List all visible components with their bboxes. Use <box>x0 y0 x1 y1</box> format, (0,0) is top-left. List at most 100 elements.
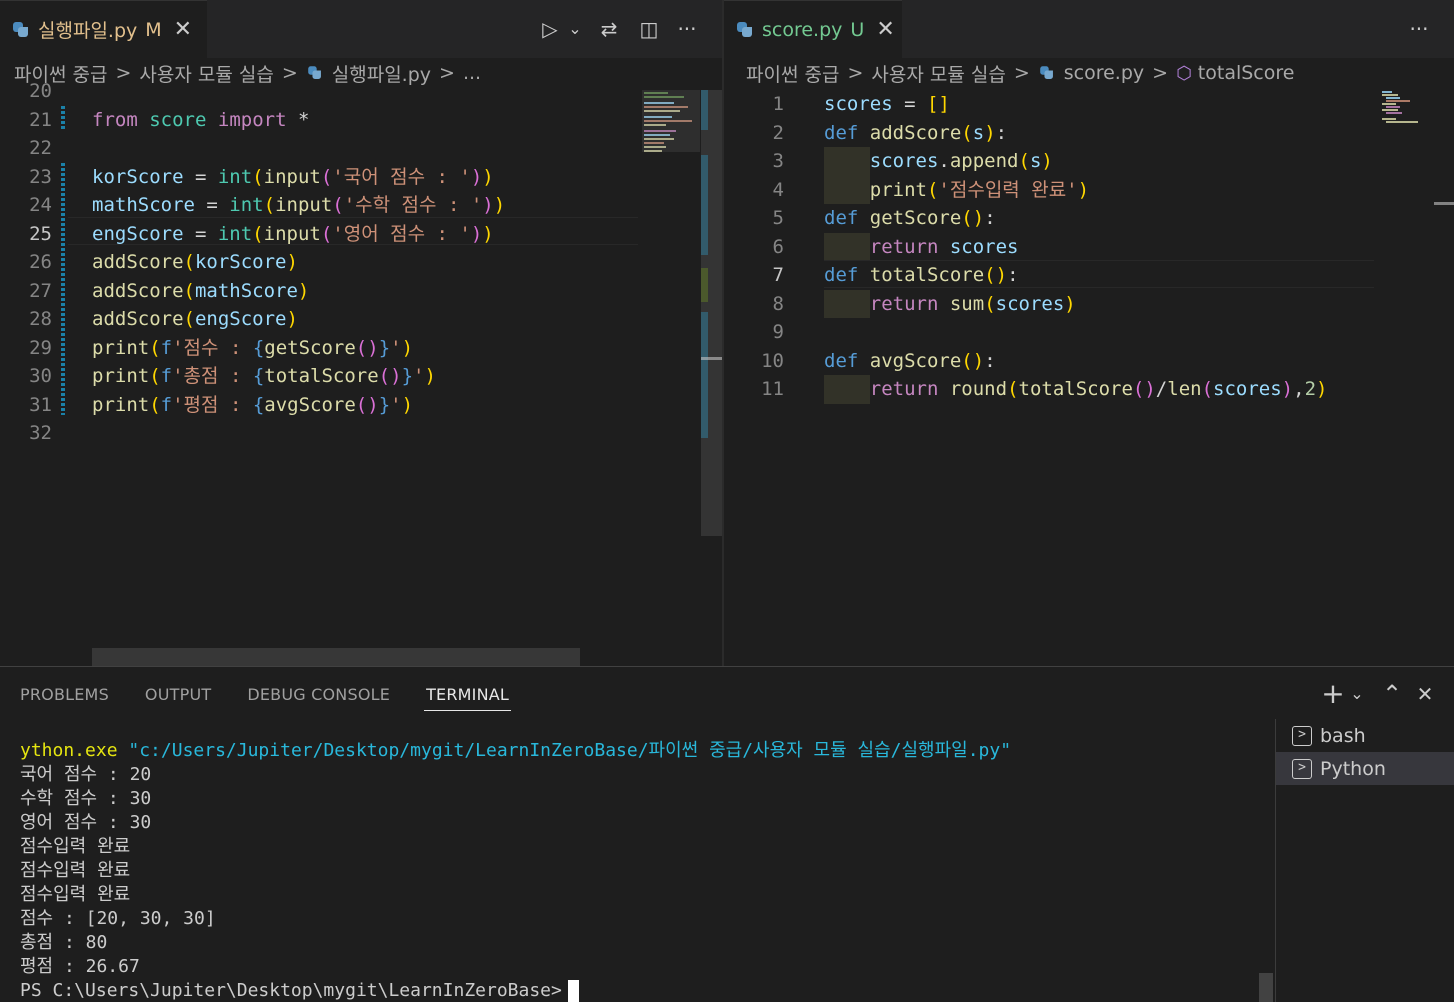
close-icon[interactable]: ✕ <box>174 17 192 42</box>
code-line[interactable]: 27 addScore(mathScore) <box>0 277 722 306</box>
code-line[interactable]: 24 mathScore = int(input('수학 점수 : ')) <box>0 191 722 220</box>
compare-changes-icon[interactable]: ⇄ <box>594 14 624 44</box>
code-text: return round(totalScore()/len(scores),2) <box>869 378 1328 400</box>
code-text: addScore(engScore) <box>92 308 298 330</box>
terminal-line: 평점 : 26.67 <box>20 956 140 977</box>
code-text: def totalScore(): <box>824 264 1019 286</box>
code-line[interactable]: 3 scores.append(s) <box>724 147 1454 176</box>
code-line[interactable]: 22 <box>0 134 722 163</box>
terminal-line: 점수입력 완료 <box>20 836 131 857</box>
code-line[interactable]: 26 addScore(korScore) <box>0 248 722 277</box>
tab-output[interactable]: OUTPUT <box>145 667 211 719</box>
code-line[interactable]: 23 korScore = int(input('국어 점수 : ')) <box>0 163 722 192</box>
new-terminal-icon[interactable]: + <box>1320 679 1346 709</box>
minimap[interactable] <box>1380 90 1432 130</box>
code-line[interactable]: 10 def avgScore(): <box>724 347 1454 376</box>
line-number: 28 <box>29 308 52 330</box>
terminal-name: bash <box>1320 724 1366 747</box>
code-text: print('점수입력 완료') <box>869 178 1090 201</box>
code-text: addScore(mathScore) <box>92 279 310 302</box>
minimap-slider[interactable] <box>642 90 700 152</box>
terminal-line: 총점 : 80 <box>20 932 108 953</box>
code-line[interactable]: 7 def totalScore(): <box>724 261 1454 290</box>
tab-title: score.py <box>762 18 843 41</box>
code-text: print(f'점수 : {getScore()}') <box>92 336 414 359</box>
terminal-scrollbar[interactable] <box>1259 973 1273 1002</box>
run-menu-chevron-icon[interactable]: ⌄ <box>560 14 590 44</box>
code-line[interactable]: 11 return round(totalScore()/len(scores)… <box>724 375 1454 404</box>
breadcrumb-symbol[interactable]: totalScore <box>1198 62 1295 84</box>
code-editor[interactable]: 1 scores = [] 2 def addScore(s): 3 scores.ap… <box>724 88 1454 666</box>
line-number: 30 <box>29 365 52 387</box>
code-line[interactable]: 1 scores = [] <box>724 90 1454 119</box>
code-line[interactable]: 21 from score import * <box>0 106 722 135</box>
code-line[interactable]: 20 <box>0 77 722 106</box>
code-line[interactable]: 25 engScore = int(input('영어 점수 : ')) <box>0 220 722 249</box>
split-editor-icon[interactable]: ◫ <box>634 14 664 44</box>
scroll-cursor-marker <box>701 357 722 360</box>
line-number: 6 <box>772 235 784 258</box>
code-text: return sum(scores) <box>869 292 1076 315</box>
close-panel-icon[interactable]: ✕ <box>1412 679 1438 709</box>
code-line[interactable]: 31 print(f'평점 : {avgScore()}') <box>0 391 722 420</box>
code-line[interactable]: 5 def getScore(): <box>724 204 1454 233</box>
breadcrumb-folder[interactable]: 파이썬 중급 <box>746 60 839 87</box>
vertical-scrollbar[interactable] <box>701 90 722 536</box>
code-text: print(f'평점 : {avgScore()}') <box>92 393 414 416</box>
code-line[interactable]: 4 print('점수입력 완료') <box>724 176 1454 205</box>
tab-title: 실행파일.py <box>38 20 138 42</box>
terminal-line: 수학 점수 : 30 <box>20 788 152 809</box>
breadcrumb-folder[interactable]: 사용자 모듈 실습 <box>871 60 1005 87</box>
scroll-cursor-marker <box>1434 202 1454 205</box>
line-number: 2 <box>772 121 784 144</box>
more-actions-icon[interactable]: ··· <box>672 14 702 44</box>
code-line[interactable]: 2 def addScore(s): <box>724 119 1454 148</box>
code-line[interactable]: 32 <box>0 419 722 448</box>
terminal-instance[interactable]: > Python <box>1276 752 1454 785</box>
breadcrumb: 파이썬 중급 > 사용자 모듈 실습 > score.py > ⬡ totalS… <box>724 58 1454 88</box>
tab-terminal[interactable]: TERMINAL <box>424 667 511 719</box>
code-line[interactable]: 29 print(f'점수 : {getScore()}') <box>0 334 722 363</box>
minimap[interactable] <box>642 90 700 666</box>
symbol-method-icon: ⬡ <box>1176 62 1192 84</box>
line-number: 3 <box>772 150 784 172</box>
terminal-line: 점수 : [20, 30, 30] <box>20 908 216 929</box>
breadcrumb-file[interactable]: score.py <box>1064 62 1144 84</box>
line-number: 1 <box>772 93 784 115</box>
code-line[interactable]: 6 return scores <box>724 233 1454 262</box>
terminal-instance[interactable]: > bash <box>1276 719 1454 752</box>
close-icon[interactable]: ✕ <box>876 17 894 42</box>
terminal-output[interactable]: ython.exe "c:/Users/Jupiter/Desktop/mygi… <box>20 739 1270 1002</box>
tab-execution-file[interactable]: 실행파일.py M ✕ <box>0 0 207 58</box>
untracked-badge: U <box>850 18 865 41</box>
maximize-panel-icon[interactable]: ⌃ <box>1379 679 1405 709</box>
python-file-icon <box>12 21 30 39</box>
tab-problems[interactable]: PROBLEMS <box>20 667 109 719</box>
code-editor[interactable]: 20 21 from score import * 22 23 korScore = in… <box>0 80 722 666</box>
code-line[interactable]: 28 addScore(engScore) <box>0 305 722 334</box>
line-number: 7 <box>772 264 784 286</box>
terminal-icon: > <box>1292 725 1312 746</box>
code-text: engScore = int(input('영어 점수 : ')) <box>92 222 494 245</box>
launch-profile-chevron-icon[interactable]: ⌄ <box>1344 679 1370 709</box>
code-line[interactable]: 30 print(f'총점 : {totalScore()}') <box>0 362 722 391</box>
left-tab-bar: 실행파일.py M ✕ ▷ ⌄ ⇄ ◫ ··· <box>0 0 722 58</box>
terminal-name: Python <box>1320 757 1386 780</box>
more-actions-icon[interactable]: ··· <box>1404 14 1434 44</box>
horizontal-scrollbar[interactable] <box>92 648 580 666</box>
terminal-line: ython.exe "c:/Users/Jupiter/Desktop/mygi… <box>20 740 1012 761</box>
line-number: 27 <box>29 279 52 302</box>
tab-score-py[interactable]: score.py U ✕ <box>724 0 902 58</box>
line-number: 10 <box>761 349 784 372</box>
left-editor-group: 실행파일.py M ✕ ▷ ⌄ ⇄ ◫ ··· 파이썬 중급 > 사용자 모듈 … <box>0 0 722 666</box>
terminal-line: 영어 점수 : 30 <box>20 812 152 833</box>
tab-debug-console[interactable]: DEBUG CONSOLE <box>247 667 390 719</box>
code-text: korScore = int(input('국어 점수 : ')) <box>92 165 494 188</box>
code-text: addScore(korScore) <box>92 251 298 273</box>
code-line[interactable]: 9 <box>724 318 1454 347</box>
line-number: 21 <box>29 108 52 131</box>
terminal-line: PS C:\Users\Jupiter\Desktop\mygit\LearnI… <box>20 979 1270 1002</box>
chevron-right-icon: > <box>847 62 864 84</box>
line-number: 31 <box>29 393 52 416</box>
code-line[interactable]: 8 return sum(scores) <box>724 290 1454 319</box>
